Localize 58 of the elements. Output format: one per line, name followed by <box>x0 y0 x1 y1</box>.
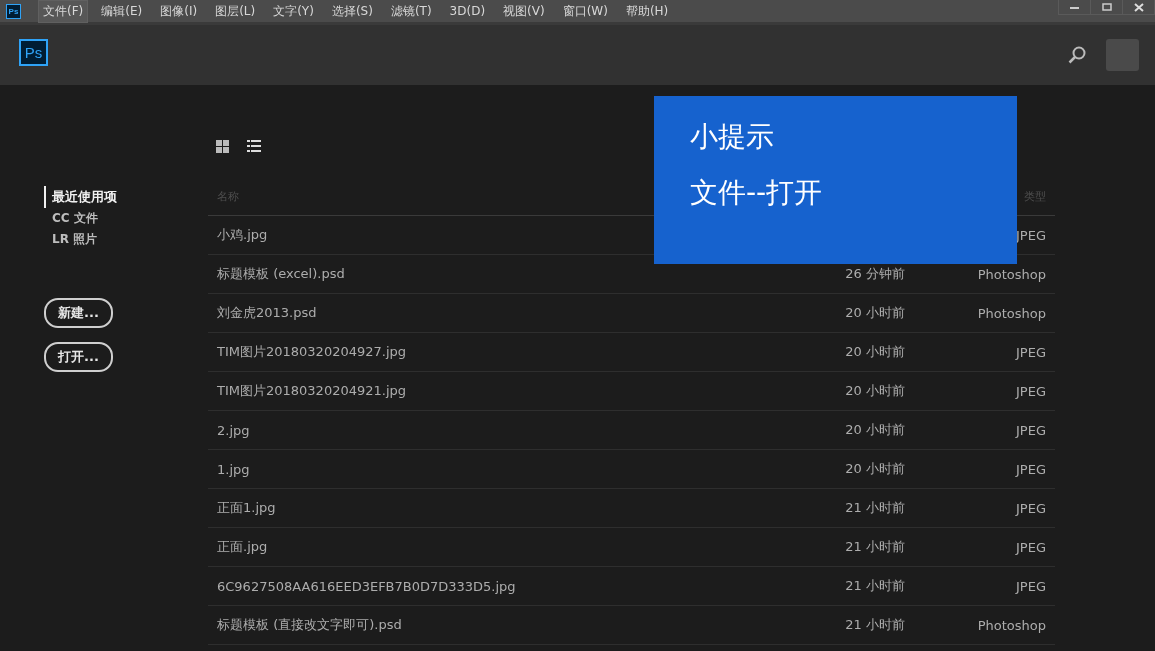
nav-item[interactable]: 最近使用项 <box>44 186 117 208</box>
menu-item[interactable]: 图像(I) <box>155 0 203 23</box>
search-icon[interactable] <box>1068 46 1086 64</box>
file-type: JPEG <box>1016 500 1046 516</box>
list-view-icon[interactable] <box>247 140 261 152</box>
opened-time: 21 小时前 <box>845 499 905 517</box>
nav-item[interactable]: CC 文件 <box>44 208 98 229</box>
menu-item[interactable]: 文件(F) <box>38 0 89 23</box>
menu-item[interactable]: 选择(S) <box>326 0 378 23</box>
grid-view-icon[interactable] <box>216 139 230 153</box>
minimize-icon[interactable] <box>1070 5 1079 9</box>
opened-time: 26 分钟前 <box>845 265 905 283</box>
action-button[interactable]: 新建... <box>44 298 113 328</box>
app-icon: Ps <box>6 3 21 19</box>
menu-item[interactable]: 帮助(H) <box>620 0 674 23</box>
file-name[interactable]: 1.jpg <box>217 461 250 477</box>
maximize-icon[interactable] <box>1101 3 1112 11</box>
action-button[interactable]: 打开... <box>44 342 113 372</box>
menu-item[interactable]: 窗口(W) <box>557 0 613 23</box>
file-type: Photoshop <box>977 617 1046 633</box>
file-type: JPEG <box>1016 227 1046 243</box>
file-name[interactable]: TIM图片20180320204927.jpg <box>217 343 407 361</box>
menu-item[interactable]: 图层(L) <box>210 0 261 23</box>
menu-item[interactable]: 视图(V) <box>498 0 550 23</box>
file-type: Photoshop <box>977 266 1046 282</box>
file-name[interactable]: 正面1.jpg <box>217 499 276 517</box>
menu-item[interactable]: 文字(Y) <box>268 0 319 23</box>
file-type: Photoshop <box>977 305 1046 321</box>
app-logo: Ps <box>19 39 48 66</box>
file-type: JPEG <box>1016 578 1046 594</box>
opened-time: 20 小时前 <box>845 382 905 400</box>
close-icon[interactable] <box>1133 2 1144 12</box>
opened-time: 21 小时前 <box>845 616 905 634</box>
file-name[interactable]: 6C9627508AA616EED3EFB7B0D7D333D5.jpg <box>217 578 516 594</box>
file-name[interactable]: 标题模板 (excel).psd <box>217 265 345 283</box>
menu-item[interactable]: 编辑(E) <box>96 0 148 23</box>
menu-item[interactable]: 滤镜(T) <box>385 0 437 23</box>
opened-time: 21 小时前 <box>845 577 905 595</box>
file-type: JPEG <box>1016 344 1046 360</box>
file-name[interactable]: 小鸡.jpg <box>217 226 268 244</box>
file-type: JPEG <box>1016 422 1046 438</box>
file-name[interactable]: 2.jpg <box>217 422 250 438</box>
opened-time: 20 小时前 <box>845 421 905 439</box>
file-name[interactable]: TIM图片20180320204921.jpg <box>217 382 407 400</box>
file-name[interactable]: 标题模板 (直接改文字即可).psd <box>217 616 402 634</box>
tip-text: 文件--打开 <box>690 175 823 211</box>
tip-title: 小提示 <box>690 119 774 155</box>
file-type: JPEG <box>1016 539 1046 555</box>
opened-time: 21 小时前 <box>845 538 905 556</box>
opened-time: 20 小时前 <box>845 343 905 361</box>
opened-time: 20 小时前 <box>845 304 905 322</box>
nav-item[interactable]: LR 照片 <box>44 229 98 250</box>
file-type: JPEG <box>1016 383 1046 399</box>
file-type: JPEG <box>1016 461 1046 477</box>
opened-time: 20 小时前 <box>845 460 905 478</box>
file-name[interactable]: 正面.jpg <box>217 538 268 556</box>
file-name[interactable]: 刘金虎2013.psd <box>217 304 317 322</box>
menu-item[interactable]: 3D(D) <box>444 1 491 21</box>
